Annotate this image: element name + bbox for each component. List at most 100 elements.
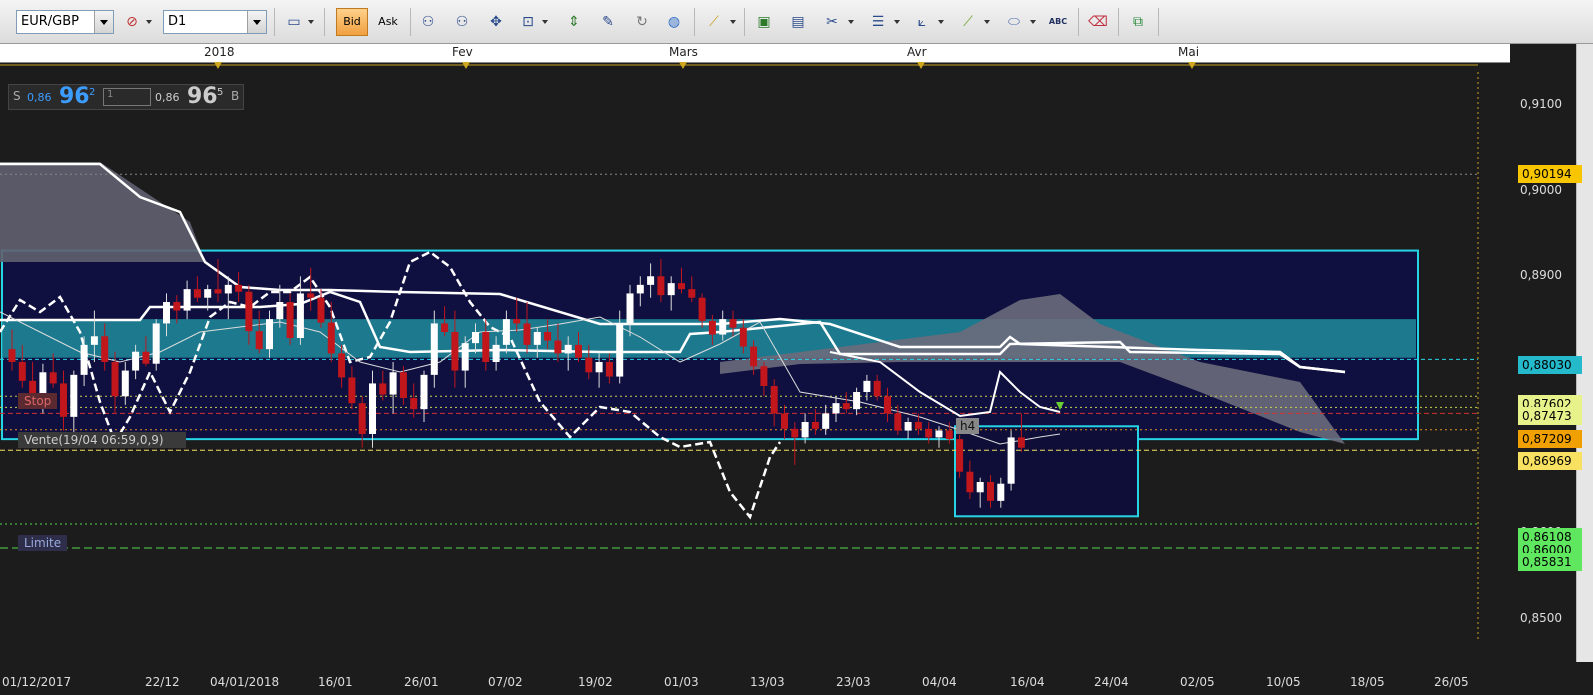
indicator-b-icon[interactable]: ⚇ — [450, 10, 474, 34]
candle-body — [657, 276, 665, 296]
candle-body — [441, 323, 449, 332]
toolbar: EUR/GBP ⊘ D1 ▭ Bid Ask ⚇ ⚇ ✥ ⊡ ⇕ ✎ ↻ ◍ ⟋… — [0, 0, 1593, 44]
crosshair-icon[interactable]: ✥ — [484, 10, 508, 34]
price-tick-label: 0,9000 — [1520, 182, 1562, 197]
candle-body — [111, 362, 119, 397]
refresh-icon[interactable]: ↻ — [630, 10, 654, 34]
candle-body — [698, 297, 706, 321]
candle-body — [307, 293, 315, 298]
candle-body — [18, 362, 26, 381]
symbol-select[interactable]: EUR/GBP — [16, 10, 114, 34]
candle-body — [49, 372, 57, 384]
candle-body — [842, 403, 850, 410]
timeframe-select[interactable]: D1 — [163, 10, 267, 34]
symbol-value: EUR/GBP — [21, 14, 79, 29]
ellipse-icon[interactable]: ⬭ — [1002, 10, 1026, 34]
month-marker-icon — [917, 62, 925, 69]
timeframe-dropdown-arrow-icon[interactable] — [247, 11, 266, 33]
month-label: Fev — [452, 45, 473, 59]
candle-body — [224, 284, 232, 294]
ask-button[interactable]: Ask — [372, 8, 404, 36]
month-marker-icon — [462, 62, 470, 69]
candle-body — [163, 302, 170, 324]
toolbar-separator — [1158, 8, 1159, 36]
candle-body — [688, 289, 696, 298]
lines-icon[interactable]: ☰ — [866, 10, 890, 34]
candle-body — [616, 323, 624, 377]
candle-body — [997, 483, 1005, 501]
trendline-icon[interactable]: ⟋ — [956, 10, 980, 34]
image-icon[interactable]: ▣ — [752, 10, 776, 34]
chart-type-icon[interactable]: ▭ — [282, 10, 306, 34]
globe-icon[interactable]: ◍ — [662, 10, 686, 34]
hierarchy-icon[interactable]: ⧉ — [1126, 10, 1150, 34]
ruler-icon[interactable]: ⟋ — [702, 10, 726, 34]
window-icon[interactable]: ▤ — [786, 10, 810, 34]
lines-dropdown-icon[interactable] — [894, 20, 900, 24]
sell-order-tag[interactable]: Vente(19/04 06:59,0,9) — [18, 432, 186, 448]
candle-body — [286, 302, 294, 338]
symbol-dropdown-arrow-icon[interactable] — [94, 11, 113, 33]
date-tick-label: 22/12 — [145, 675, 180, 689]
candle-body — [966, 471, 974, 493]
ruler-dropdown-icon[interactable] — [730, 20, 736, 24]
candle-body — [121, 370, 129, 397]
trendline-dropdown-icon[interactable] — [984, 20, 990, 24]
candle-body — [626, 293, 634, 324]
candle-body — [729, 319, 737, 328]
zoom-icon[interactable]: ⊡ — [516, 10, 540, 34]
date-tick-label: 13/03 — [750, 675, 785, 689]
hide-orders-icon[interactable]: ⊘ — [120, 10, 144, 34]
buy-price-big[interactable]: 96 — [187, 84, 218, 109]
candle-body — [863, 380, 871, 392]
candle-body — [575, 344, 582, 358]
sell-price-big[interactable]: 96 — [59, 84, 90, 109]
candle-body — [801, 422, 809, 438]
ellipse-dropdown-icon[interactable] — [1030, 20, 1036, 24]
candle-body — [266, 319, 273, 350]
price-tick-label: 0,9100 — [1520, 96, 1562, 111]
buy-prefix: 0,86 — [155, 91, 180, 104]
bid-button[interactable]: Bid — [336, 8, 368, 36]
candle-body — [554, 340, 562, 354]
candle-body — [832, 403, 840, 414]
date-tick-label: 16/04 — [1010, 675, 1045, 689]
eraser-icon[interactable]: ⌫ — [1086, 10, 1110, 34]
notes-icon[interactable]: ✎ — [596, 10, 620, 34]
candle-body — [348, 377, 356, 404]
quantity-field[interactable]: 1 — [103, 88, 151, 106]
fan-dropdown-icon[interactable] — [938, 20, 944, 24]
candle-body — [369, 383, 376, 434]
candle-body — [914, 422, 922, 429]
fan-icon[interactable]: ⟀ — [910, 10, 934, 34]
stop-order-tag[interactable]: Stop — [18, 393, 58, 409]
price-level-tag[interactable]: 0,88030 — [1518, 356, 1582, 374]
tools-dropdown-icon[interactable] — [848, 20, 854, 24]
price-chart[interactable] — [0, 62, 1510, 662]
candle-body — [338, 353, 346, 378]
price-level-tag[interactable]: 0,86969 — [1518, 452, 1582, 470]
hide-orders-dropdown-icon[interactable] — [146, 20, 152, 24]
fit-icon[interactable]: ⇕ — [562, 10, 586, 34]
candle-body — [173, 302, 181, 311]
price-level-tag[interactable]: 0,85831 — [1518, 553, 1582, 571]
price-level-tag[interactable]: 0,90194 — [1518, 165, 1582, 183]
candle-body — [513, 319, 521, 324]
candle-body — [204, 289, 212, 298]
tools-icon[interactable]: ✂ — [820, 10, 844, 34]
indicator-a-icon[interactable]: ⚇ — [416, 10, 440, 34]
price-level-tag[interactable]: 0,87473 — [1518, 407, 1582, 425]
candle-body — [482, 332, 490, 362]
month-label: Mai — [1178, 45, 1200, 59]
candle-body — [873, 380, 881, 397]
zoom-dropdown-icon[interactable] — [542, 20, 548, 24]
text-tool-icon[interactable]: ABC — [1046, 10, 1070, 34]
candle-body — [956, 439, 964, 472]
chart-type-dropdown-icon[interactable] — [308, 20, 314, 24]
limit-order-tag[interactable]: Limite — [18, 535, 68, 551]
candle-body — [770, 386, 778, 414]
toolbar-separator — [324, 8, 325, 36]
date-tick-label: 07/02 — [488, 675, 523, 689]
price-level-tag[interactable]: 0,87209 — [1518, 430, 1582, 448]
candle-body — [492, 344, 500, 362]
